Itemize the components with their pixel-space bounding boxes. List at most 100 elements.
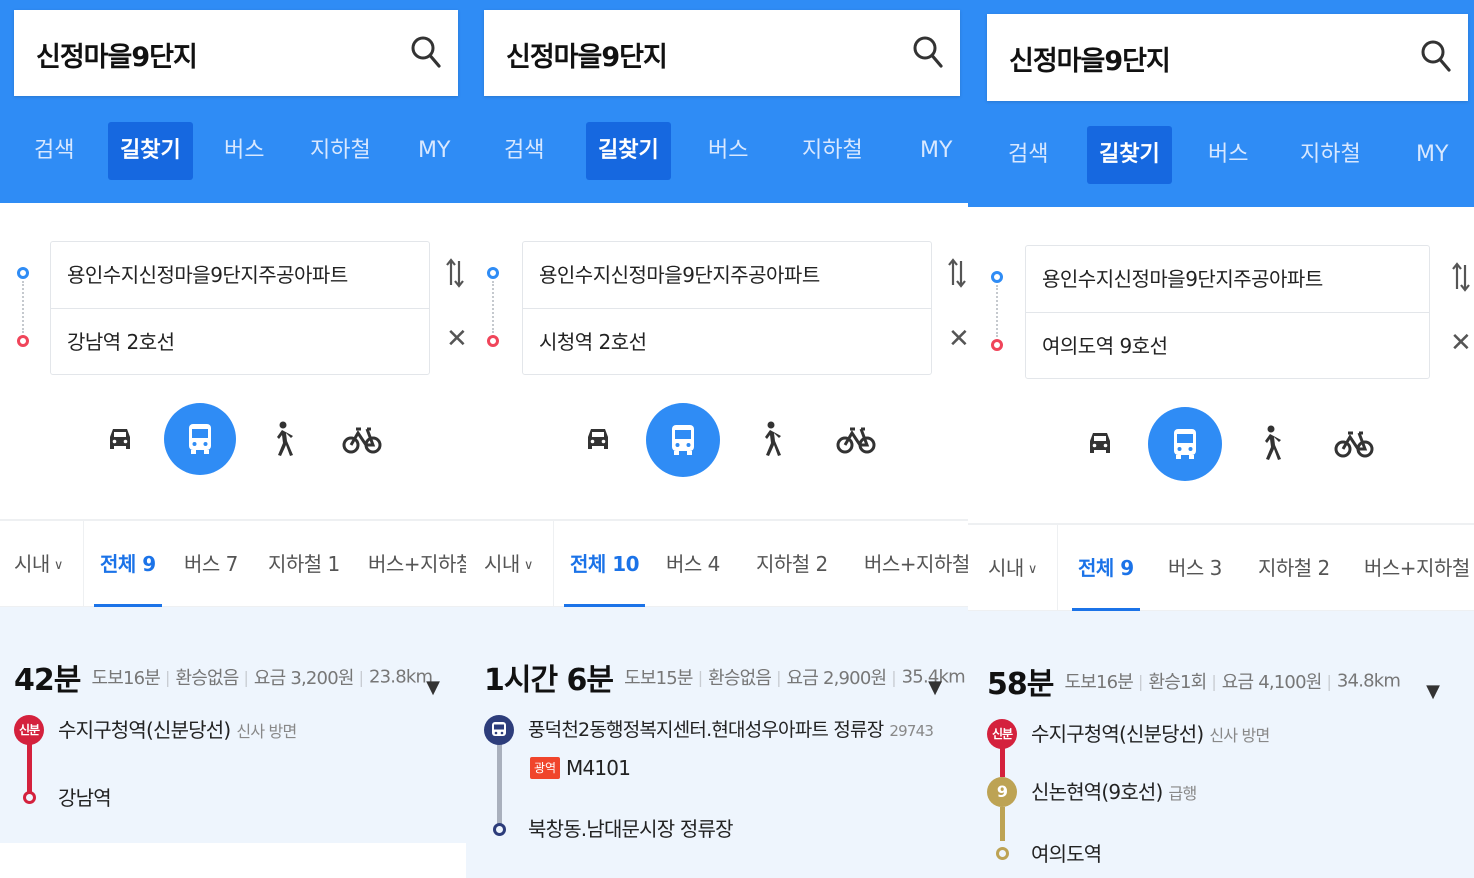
region-filter[interactable]: 시내 ∨ — [14, 521, 84, 607]
clear-icon[interactable]: ✕ — [1450, 330, 1472, 356]
search-icon[interactable] — [410, 35, 442, 69]
main-tabs: 검색 길찾기 버스 지하철 MY — [14, 122, 458, 180]
step-station-name: 신논현역(9호선) — [1031, 780, 1163, 804]
end-stop-dot-icon — [493, 823, 506, 836]
filter-bus[interactable]: 버스 7 — [184, 521, 238, 607]
tab-my[interactable]: MY — [418, 122, 450, 180]
route-duration: 42분 — [14, 663, 81, 698]
filter-all[interactable]: 전체 9 — [94, 521, 162, 607]
destination-field[interactable]: 강남역 2호선 — [51, 309, 429, 376]
search-icon[interactable] — [1420, 39, 1452, 73]
car-icon[interactable] — [1064, 407, 1136, 479]
filter-subway[interactable]: 지하철 2 — [756, 521, 828, 607]
panel-2: 신정마을9단지 검색 길찾기 버스 지하철 MY 용인수지신정마을9단지주공아파… — [466, 0, 968, 878]
filter-bus-subway[interactable]: 버스+지하철 4 — [1364, 525, 1474, 611]
tab-bus[interactable]: 버스 — [1208, 126, 1248, 184]
search-box[interactable]: 신정마을9단지 — [987, 14, 1468, 101]
travel-modes — [466, 403, 968, 479]
route-result-card[interactable]: 1시간 6분 도보15분 | 환승없음 | 요금 2,900원 | 35.4km ▼ 풍덕천… — [466, 607, 968, 878]
expand-triangle-icon[interactable]: ▼ — [426, 677, 440, 698]
bicycle-icon[interactable] — [820, 403, 892, 475]
filter-bus[interactable]: 버스 3 — [1168, 525, 1222, 611]
fare: 요금 3,200원 — [253, 668, 355, 689]
search-query[interactable]: 신정마을9단지 — [36, 35, 198, 74]
walk-icon[interactable] — [734, 403, 806, 475]
tab-bus[interactable]: 버스 — [708, 122, 748, 180]
tab-bus[interactable]: 버스 — [224, 122, 264, 180]
search-box[interactable]: 신정마을9단지 — [484, 10, 960, 96]
step-station-name: 북창동.남대문시장 정류장 — [528, 817, 734, 841]
step-station: 수지구청역(신분당선) 신사 방면 — [58, 715, 297, 747]
transfer-count: 환승1회 — [1148, 672, 1207, 693]
swap-icon[interactable] — [1452, 259, 1470, 295]
result-list-end — [0, 843, 466, 878]
sinbundang-line-badge: 신분 — [987, 719, 1017, 749]
filter-bus-subway[interactable]: 버스+지하철 1 — [368, 521, 466, 607]
origin-field[interactable]: 용인수지신정마을9단지주공아파트 — [51, 242, 429, 309]
filter-subway[interactable]: 지하철 1 — [268, 521, 340, 607]
car-icon[interactable] — [562, 403, 634, 475]
app-root: 신정마을9단지 검색 길찾기 버스 지하철 MY 용인수지신정마을9단지주공아파… — [0, 0, 1474, 878]
route-result-card[interactable]: 42분 도보16분 | 환승없음 | 요금 3,200원 | 23.8km ▼ 신분 수지구… — [0, 607, 466, 878]
origin-field[interactable]: 용인수지신정마을9단지주공아파트 — [1026, 246, 1429, 313]
tab-directions[interactable]: 길찾기 — [1087, 126, 1172, 184]
car-icon[interactable] — [84, 403, 156, 475]
swap-icon[interactable] — [948, 255, 966, 291]
tab-search[interactable]: 검색 — [504, 122, 544, 180]
region-filter[interactable]: 시내 ∨ — [484, 521, 554, 607]
filter-all[interactable]: 전체 9 — [1072, 525, 1140, 611]
walk-time: 도보16분 — [91, 668, 161, 689]
region-filter-label: 시내 — [14, 552, 50, 576]
filter-all[interactable]: 전체 10 — [564, 521, 646, 607]
walk-time: 도보15분 — [624, 668, 693, 689]
clear-icon[interactable]: ✕ — [446, 326, 466, 352]
tab-directions[interactable]: 길찾기 — [108, 122, 193, 180]
route-duration: 58분 — [987, 667, 1054, 702]
clear-icon[interactable]: ✕ — [948, 326, 968, 352]
swap-icon[interactable] — [446, 255, 464, 291]
walk-icon[interactable] — [246, 403, 318, 475]
bicycle-icon[interactable] — [326, 403, 398, 475]
search-query[interactable]: 신정마을9단지 — [506, 35, 668, 74]
filter-subway[interactable]: 지하철 2 — [1258, 525, 1330, 611]
destination-dot-icon — [17, 335, 29, 347]
tab-directions[interactable]: 길찾기 — [586, 122, 671, 180]
expand-triangle-icon[interactable]: ▼ — [928, 677, 942, 698]
bus-icon[interactable] — [646, 403, 720, 477]
step-direction: 신사 방면 — [236, 722, 297, 741]
tab-my[interactable]: MY — [920, 122, 952, 180]
region-filter[interactable]: 시내 ∨ — [988, 525, 1058, 611]
route-result-card[interactable]: 58분 도보16분 | 환승1회 | 요금 4,100원 | 34.8km ▼ 신분 수지구… — [968, 611, 1474, 878]
step-station: 신논현역(9호선) 급행 — [1031, 777, 1198, 809]
route-input-box: 용인수지신정마을9단지주공아파트 여의도역 9호선 — [1025, 245, 1430, 379]
destination-field[interactable]: 여의도역 9호선 — [1026, 313, 1429, 380]
step-express: 급행 — [1168, 784, 1198, 803]
travel-modes — [968, 407, 1474, 483]
tab-subway[interactable]: 지하철 — [310, 122, 371, 180]
filter-bus[interactable]: 버스 4 — [666, 521, 720, 607]
tab-subway[interactable]: 지하철 — [1300, 126, 1361, 184]
search-icon[interactable] — [912, 35, 944, 69]
search-query[interactable]: 신정마을9단지 — [1009, 39, 1171, 78]
expand-triangle-icon[interactable]: ▼ — [1426, 681, 1440, 702]
bus-icon[interactable] — [1148, 407, 1222, 481]
bicycle-icon[interactable] — [1318, 407, 1390, 479]
destination-dot-icon — [487, 335, 499, 347]
tab-search[interactable]: 검색 — [34, 122, 74, 180]
search-box[interactable]: 신정마을9단지 — [14, 10, 458, 96]
destination-field[interactable]: 시청역 2호선 — [523, 309, 931, 376]
distance: 34.8km — [1336, 670, 1401, 692]
route-connector — [492, 281, 494, 333]
tab-search[interactable]: 검색 — [1008, 126, 1048, 184]
separator: | — [697, 667, 704, 687]
tab-my[interactable]: MY — [1416, 126, 1448, 184]
origin-field[interactable]: 용인수지신정마을9단지주공아파트 — [523, 242, 931, 309]
separator: | — [776, 667, 782, 687]
bus-icon[interactable] — [164, 403, 236, 475]
walk-icon[interactable] — [1234, 407, 1306, 479]
tab-subway[interactable]: 지하철 — [802, 122, 863, 180]
express-bus-tag: 광역 — [530, 757, 561, 779]
filter-bus-subway[interactable]: 버스+지하철 4 — [864, 521, 968, 607]
header: 신정마을9단지 검색 길찾기 버스 지하철 MY — [968, 0, 1474, 207]
destination-dot-icon — [991, 339, 1003, 351]
